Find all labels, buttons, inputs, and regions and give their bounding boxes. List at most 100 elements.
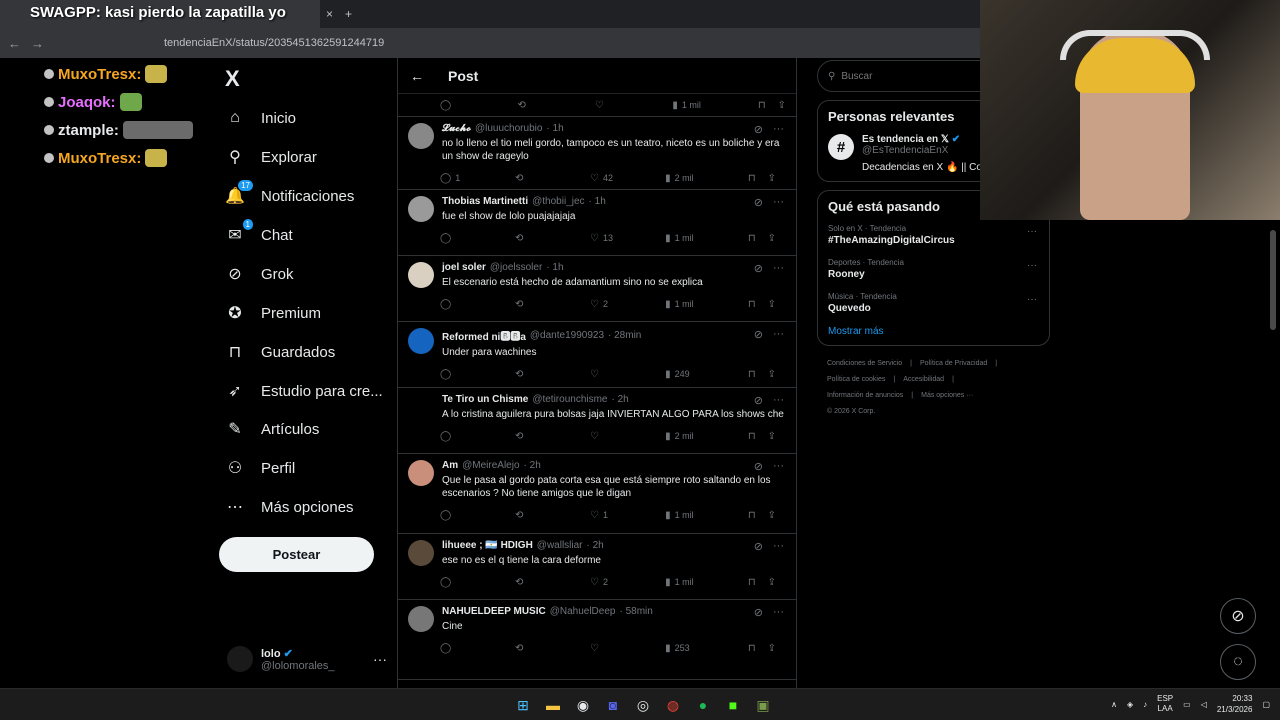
new-tab-button[interactable]: + [339, 7, 358, 21]
footer-link[interactable]: Más opciones ··· [921, 392, 973, 399]
views-button[interactable]: ▮ 249 [665, 369, 748, 380]
share-icon[interactable]: ⇪ [768, 173, 776, 184]
reply-post[interactable]: Reformed ni🅱🅱a @dante1990923 · 28min Under … [398, 322, 796, 388]
author-handle[interactable]: @joelssoler [490, 262, 542, 273]
more-icon[interactable]: ··· [773, 460, 784, 473]
trend-item[interactable]: Música · Tendencia Quevedo ··· [828, 292, 1039, 314]
more-icon[interactable]: ··· [773, 328, 784, 341]
nav-item-search[interactable]: ⚲ Explorar [225, 142, 317, 172]
views-button[interactable]: ▮ 1 mil [665, 299, 748, 310]
nav-item-home[interactable]: ⌂ Inicio [225, 103, 296, 133]
reply-post[interactable]: Te Tiro un Chisme @tetirounchisme · 2h A lo… [398, 388, 796, 454]
windows-start-icon[interactable]: ⊞ [512, 694, 534, 716]
author-handle[interactable]: @luuuchorubio [475, 123, 542, 134]
share-icon[interactable]: ⇪ [768, 643, 776, 654]
search-input[interactable] [841, 70, 974, 82]
repost-button[interactable]: ⟲ [515, 233, 590, 244]
bookmark-icon[interactable]: ⊓ [758, 100, 766, 111]
author-handle[interactable]: @wallsliar [537, 540, 583, 551]
author-handle[interactable]: @thobii_jec [532, 196, 584, 207]
avatar[interactable] [408, 123, 434, 149]
reply-post[interactable]: joel soler @joelssoler · 1h El escenario es… [398, 256, 796, 322]
nav-item-bookmark[interactable]: ⊓ Guardados [225, 337, 335, 367]
kick-icon[interactable]: ■ [722, 694, 744, 716]
mic-icon[interactable]: ♪ [1143, 700, 1147, 709]
repost-button[interactable]: ⟲ [517, 100, 594, 111]
reply-button[interactable]: ◯ [440, 577, 515, 588]
reply-button[interactable]: ◯ [440, 643, 515, 654]
account-switcher[interactable]: lolo ✔ @lolomorales_ ··· [227, 644, 387, 674]
share-icon[interactable]: ⇪ [778, 100, 786, 111]
footer-link[interactable]: Política de cookies [827, 376, 885, 383]
back-icon[interactable]: ← [8, 36, 21, 51]
reply-button[interactable]: ◯ [440, 431, 515, 442]
steam-icon[interactable]: ◉ [572, 694, 594, 716]
avatar[interactable] [408, 540, 434, 566]
reply-button[interactable]: ◯ [440, 369, 515, 380]
nav-item-bell[interactable]: 🔔 17 Notificaciones [225, 180, 354, 211]
share-icon[interactable]: ⇪ [768, 510, 776, 521]
trend-item[interactable]: Deportes · Tendencia Rooney ··· [828, 258, 1039, 280]
bookmark-icon[interactable]: ⊓ [748, 299, 756, 310]
show-more-link[interactable]: Mostrar más [828, 326, 1039, 337]
scrollbar[interactable] [1270, 230, 1276, 330]
bookmark-icon[interactable]: ⊓ [748, 431, 756, 442]
grok-explain-icon[interactable]: ⊘ [754, 196, 763, 209]
clock[interactable]: 20:33 21/3/2026 [1217, 693, 1253, 715]
avatar[interactable] [408, 328, 434, 354]
x-logo-icon[interactable]: X [225, 66, 240, 92]
views-button[interactable]: ▮ 253 [665, 643, 748, 654]
reply-button[interactable]: ◯ 1 [440, 173, 515, 184]
repost-button[interactable]: ⟲ [515, 431, 590, 442]
author-name[interactable]: 𝓛𝓾𝓬𝓱𝓸 [442, 123, 471, 134]
like-button[interactable]: ♡ [590, 643, 665, 654]
views-button[interactable]: ▮ 1 mil [665, 233, 748, 244]
more-icon[interactable]: ··· [773, 262, 784, 275]
reply-post[interactable]: NAHUELDEEP MUSIC @NahuelDeep · 58min Cine ⊘ ·… [398, 600, 796, 680]
author-name[interactable]: NAHUELDEEP MUSIC [442, 606, 546, 617]
nav-item-mail[interactable]: ✉ 1 Chat [225, 219, 293, 250]
bookmark-icon[interactable]: ⊓ [748, 173, 756, 184]
reply-button[interactable]: ◯ [440, 100, 517, 111]
author-name[interactable]: Am [442, 460, 458, 471]
bookmark-icon[interactable]: ⊓ [748, 643, 756, 654]
more-icon[interactable]: ··· [1027, 226, 1037, 237]
reply-post[interactable]: Thobias Martinetti @thobii_jec · 1h fue el … [398, 190, 796, 256]
volume-icon[interactable]: ◁ [1201, 700, 1207, 709]
footer-link[interactable]: Política de Privacidad [920, 360, 987, 367]
spotify-icon[interactable]: ● [692, 694, 714, 716]
author-name[interactable]: Reformed ni🅱🅱a [442, 328, 526, 343]
views-button[interactable]: ▮ 1 mil [672, 100, 757, 111]
url-text[interactable]: tendenciaEnX/status/2035451362591244719 [164, 37, 384, 49]
more-icon[interactable]: ··· [773, 540, 784, 553]
more-icon[interactable]: ··· [373, 651, 387, 667]
author-handle[interactable]: @dante1990923 [530, 330, 604, 341]
reply-button[interactable]: ◯ [440, 299, 515, 310]
back-arrow-icon[interactable]: ← [410, 68, 424, 84]
grok-fab-button[interactable]: ⊘ [1220, 598, 1256, 634]
footer-link[interactable]: Condiciones de Servicio [827, 360, 902, 367]
trend-item[interactable]: Solo en X · Tendencia #TheAmazingDigitalC… [828, 224, 1039, 246]
like-button[interactable]: ♡ 13 [590, 233, 665, 244]
author-name[interactable]: Te Tiro un Chisme [442, 394, 528, 405]
more-icon[interactable]: ··· [1027, 294, 1037, 305]
reply-post[interactable]: 𝓛𝓾𝓬𝓱𝓸 @luuuchorubio · 1h no lo lleno el tio… [398, 117, 796, 190]
like-button[interactable]: ♡ [595, 100, 672, 111]
discord-icon[interactable]: ◙ [602, 694, 624, 716]
reply-post[interactable]: lihueee ; 🇦🇷 HDIGH @wallsliar · 2h ese no e… [398, 534, 796, 600]
nav-item-premium[interactable]: ✪ Premium [225, 298, 321, 328]
nav-item-grok[interactable]: ⊘ Grok [225, 259, 293, 289]
bookmark-icon[interactable]: ⊓ [748, 233, 756, 244]
defender-icon[interactable]: ◈ [1127, 700, 1133, 709]
notification-icon[interactable]: ▢ [1262, 700, 1270, 709]
views-button[interactable]: ▮ 2 mil [665, 173, 748, 184]
repost-button[interactable]: ⟲ [515, 577, 590, 588]
nav-item-more-circle[interactable]: ⋯ Más opciones [225, 492, 354, 522]
share-icon[interactable]: ⇪ [768, 299, 776, 310]
grok-explain-icon[interactable]: ⊘ [754, 540, 763, 553]
forward-icon[interactable]: → [31, 36, 44, 51]
like-button[interactable]: ♡ 1 [590, 510, 665, 521]
close-tab-icon[interactable]: × [320, 7, 339, 21]
bookmark-icon[interactable]: ⊓ [748, 369, 756, 380]
obs-icon[interactable]: ◎ [632, 694, 654, 716]
